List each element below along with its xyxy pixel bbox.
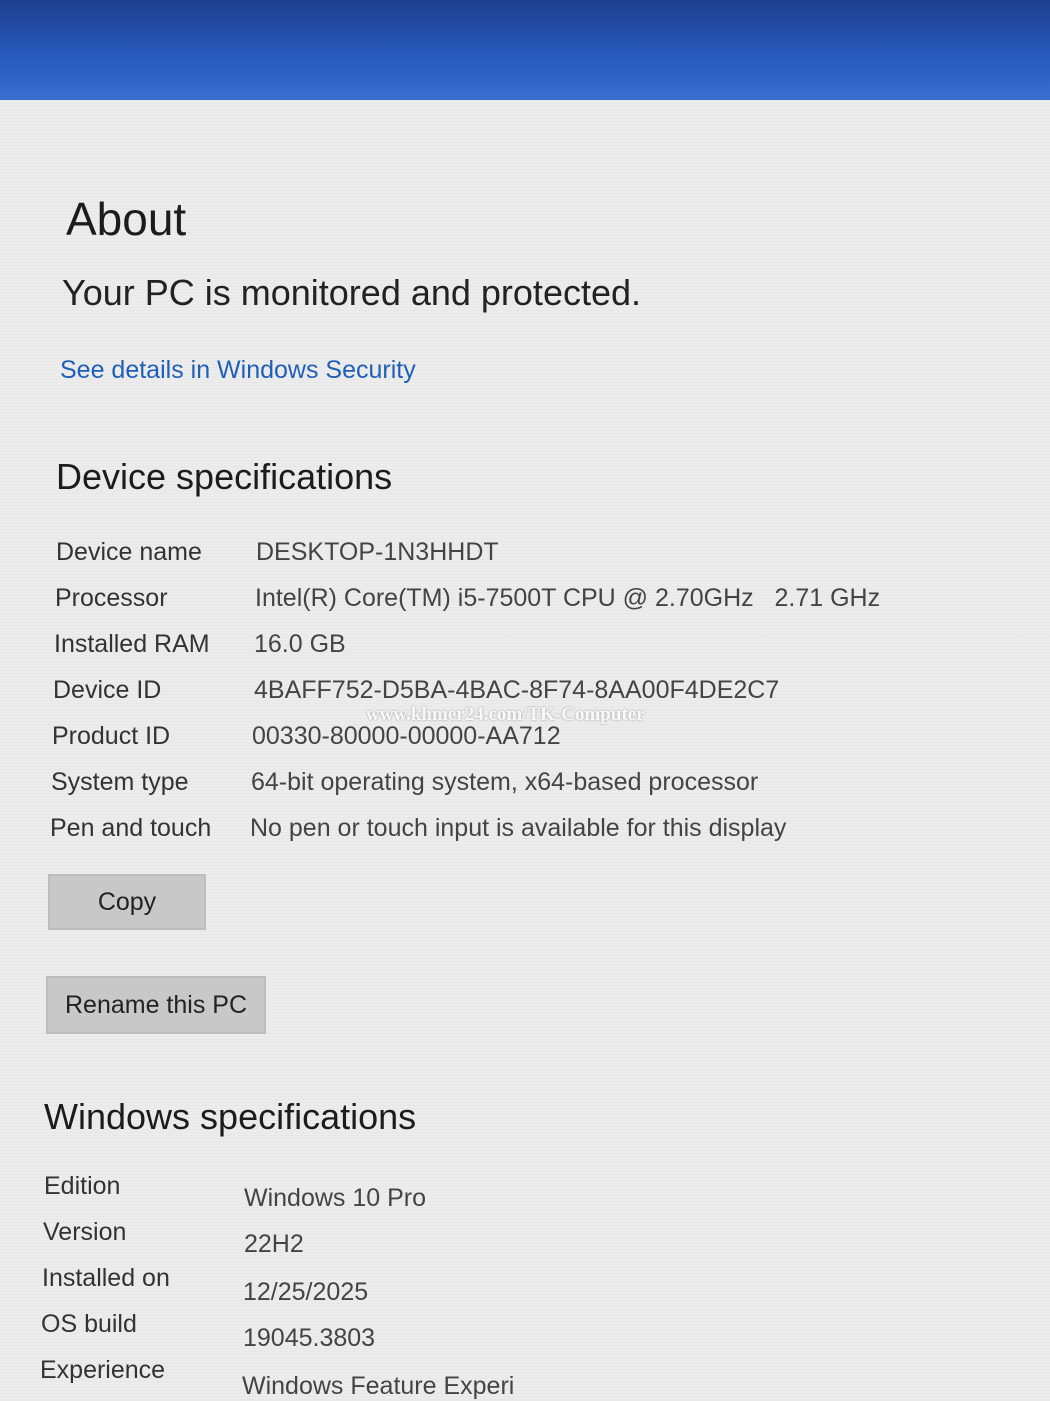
spec-label: Experience (40, 1356, 166, 1384)
spec-value: 4BAFF752-D5BA-4BAC-8F74-8AA00F4DE2C7 (254, 676, 780, 704)
watermark-text: www.khmer24.com/TK-Computer (366, 704, 645, 725)
spec-value: Windows Feature Experi (242, 1372, 515, 1400)
spec-label: Product ID (52, 722, 171, 750)
spec-value: 16.0 GB (254, 630, 346, 658)
rename-pc-button[interactable]: Rename this PC (46, 976, 266, 1034)
device-specifications-heading: Device specifications (56, 456, 393, 497)
spec-label: Installed on (42, 1264, 170, 1292)
spec-value: Windows 10 Pro (244, 1184, 427, 1212)
spec-value: 22H2 (244, 1230, 304, 1258)
copy-button[interactable]: Copy (48, 874, 206, 930)
windows-specifications-heading: Windows specifications (44, 1096, 417, 1137)
spec-value: 19045.3803 (243, 1324, 376, 1352)
spec-label: Installed RAM (54, 630, 210, 658)
spec-label: Device ID (53, 676, 162, 704)
spec-value: No pen or touch input is available for t… (250, 814, 787, 842)
spec-label: Edition (44, 1172, 121, 1200)
spec-label: Device name (56, 538, 202, 566)
spec-value: 64-bit operating system, x64-based proce… (251, 768, 759, 796)
spec-label: System type (51, 768, 189, 796)
page-title: About (66, 193, 187, 245)
spec-value: 12/25/2025 (243, 1278, 369, 1306)
protection-status-text: Your PC is monitored and protected. (62, 272, 642, 313)
spec-value: DESKTOP-1N3HHDT (256, 538, 499, 566)
spec-value: Intel(R) Core(TM) i5-7500T CPU @ 2.70GHz… (255, 584, 881, 612)
spec-label: Version (43, 1218, 127, 1246)
spec-value: 00330-80000-00000-AA712 (252, 722, 561, 750)
windows-security-link[interactable]: See details in Windows Security (60, 356, 416, 385)
window-title-bar-band (0, 0, 1050, 100)
spec-label: Pen and touch (50, 814, 212, 842)
spec-label: Processor (55, 584, 168, 612)
spec-label: OS build (41, 1310, 137, 1338)
settings-about-page: About Your PC is monitored and protected… (0, 100, 1050, 1400)
